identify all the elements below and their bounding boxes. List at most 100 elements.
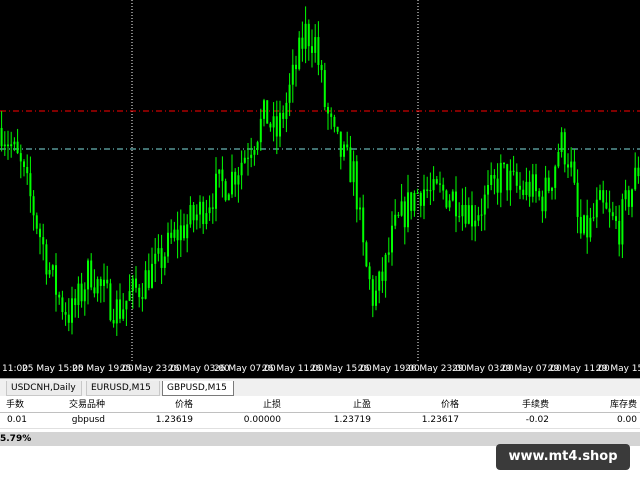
- candle-body: [403, 201, 406, 228]
- candle-body: [154, 253, 157, 264]
- chart-tabs: USDCNH,Daily EURUSD,M15 GBPUSD,M15: [0, 378, 640, 396]
- candle-body: [432, 179, 435, 191]
- candle-body: [112, 320, 115, 324]
- candle-body: [400, 201, 403, 216]
- candle-body: [362, 207, 365, 243]
- candle-body: [535, 174, 537, 192]
- candle-body: [128, 291, 131, 301]
- candle-body: [458, 216, 461, 218]
- tab-eurusd-m15[interactable]: EURUSD,M15: [86, 381, 160, 396]
- candle-body: [282, 112, 285, 119]
- col-take-profit[interactable]: 止盈: [284, 396, 374, 412]
- candle-body: [567, 164, 569, 168]
- watermark: www.mt4.shop: [496, 444, 630, 470]
- candle-body: [343, 144, 345, 157]
- candle-body: [611, 212, 614, 217]
- cell-commission: -0.02: [462, 412, 552, 429]
- col-price[interactable]: 价格: [108, 396, 196, 412]
- candle-body: [125, 300, 128, 310]
- col-lots[interactable]: 手数: [0, 396, 30, 412]
- candle-body: [80, 283, 83, 302]
- cell-open-price: 1.23619: [108, 412, 196, 429]
- candle-body: [583, 215, 585, 234]
- cell-swap: 0.00: [552, 412, 640, 429]
- col-swap[interactable]: 库存费: [552, 396, 640, 412]
- candle-body: [410, 192, 413, 211]
- candle-body: [237, 175, 240, 185]
- candle-body: [487, 184, 489, 195]
- candle-body: [42, 237, 45, 245]
- candle-body: [147, 270, 150, 288]
- col-commission[interactable]: 手续费: [462, 396, 552, 412]
- candle-body: [269, 123, 272, 128]
- candle-body: [183, 225, 185, 239]
- candle-body: [426, 189, 429, 191]
- candle-body: [423, 189, 425, 206]
- table-row[interactable]: 0.01 gbpusd 1.23619 0.00000 1.23719 1.23…: [0, 412, 640, 429]
- col-symbol[interactable]: 交易品种: [30, 396, 108, 412]
- candle-body: [589, 217, 592, 238]
- candle-body: [317, 37, 320, 65]
- candle-body: [445, 190, 448, 208]
- candle-body: [413, 192, 416, 211]
- candle-body: [131, 278, 134, 292]
- tab-usdcnh-daily[interactable]: USDCNH,Daily: [6, 381, 82, 396]
- tab-gbpusd-m15[interactable]: GBPUSD,M15: [162, 381, 234, 396]
- candle-body: [547, 177, 550, 191]
- col-current-price[interactable]: 价格: [374, 396, 462, 412]
- candle-body: [208, 207, 211, 214]
- candle-body: [467, 205, 470, 224]
- candle-body: [291, 64, 294, 85]
- candle-body: [26, 166, 29, 174]
- candle-body: [256, 142, 259, 150]
- candle-body: [333, 116, 336, 127]
- candle-body: [394, 214, 397, 226]
- candle-body: [576, 182, 579, 217]
- candle-body: [461, 205, 464, 217]
- candle-body: [298, 37, 301, 70]
- candle-body: [352, 161, 355, 183]
- candle-body: [71, 298, 73, 323]
- candle-body: [205, 213, 208, 225]
- candle-body: [3, 144, 6, 147]
- candle-body: [595, 199, 598, 218]
- candle-body: [138, 287, 141, 298]
- candle-body: [77, 283, 80, 306]
- candle-body: [307, 23, 310, 47]
- candle-body: [10, 144, 13, 147]
- candle-body: [503, 162, 505, 165]
- candle-body: [631, 189, 633, 207]
- candle-body: [563, 132, 566, 165]
- candle-body: [515, 171, 518, 186]
- table-header: 手数 交易品种 价格 止损 止盈 价格 手续费 库存费: [0, 396, 640, 412]
- candle-body: [397, 214, 400, 216]
- candle-body: [551, 187, 553, 191]
- candle-body: [83, 289, 86, 302]
- candle-body: [323, 70, 326, 107]
- col-stop-loss[interactable]: 止损: [196, 396, 284, 412]
- candle-body: [35, 215, 38, 229]
- candle-body: [531, 174, 534, 197]
- candle-body: [224, 181, 227, 201]
- candle-body: [45, 244, 48, 275]
- candle-body: [234, 171, 237, 185]
- candle-body: [483, 194, 486, 215]
- candle-body: [429, 190, 432, 192]
- candle-body: [74, 298, 77, 306]
- candle-body: [176, 229, 179, 241]
- candle-body: [439, 183, 441, 185]
- candle-body: [240, 162, 243, 176]
- candle-body: [602, 190, 605, 203]
- candle-body: [349, 147, 352, 183]
- price-chart[interactable]: [0, 0, 640, 362]
- candle-body: [557, 152, 560, 167]
- time-axis: 11:00 25 May 15:00 25 May 19:00 25 May 2…: [0, 362, 640, 378]
- candle-body: [179, 225, 182, 241]
- candle-body: [355, 161, 358, 210]
- time-label: 29 May 15:00: [596, 364, 640, 374]
- candle-body: [250, 154, 253, 158]
- candle-body: [192, 205, 195, 221]
- candle-body: [451, 191, 454, 201]
- chart-canvas[interactable]: [0, 0, 640, 362]
- candle-body: [189, 205, 192, 225]
